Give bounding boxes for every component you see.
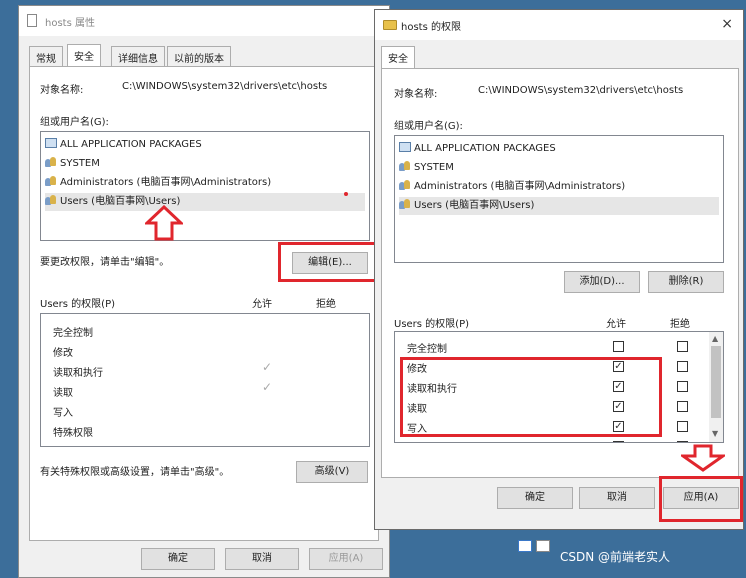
cancel-button[interactable]: 取消 [579,487,655,509]
ok-button[interactable]: 确定 [497,487,573,509]
tab-bar: 安全 [375,46,743,68]
tab-previous-versions[interactable]: 以前的版本 [167,46,231,66]
file-icon [27,14,37,27]
group-label: 组或用户名(G): [40,117,109,128]
object-path: C:\WINDOWS\system32\drivers\etc\hosts [478,85,684,96]
group-label: 组或用户名(G): [394,121,463,132]
user-group-icon [399,199,411,209]
allow-checkbox[interactable] [613,441,624,442]
deny-header: 拒绝 [670,319,690,330]
deny-checkbox[interactable] [677,441,688,442]
tab-security[interactable]: 安全 [67,44,101,66]
deny-header: 拒绝 [316,299,336,310]
apply-highlight-box [659,476,743,522]
scrollbar[interactable]: ▲ ▼ [709,332,723,442]
perm-write: 写入 [53,408,73,419]
view-toggle-tiles-icon[interactable] [536,540,550,552]
perm-read-execute: 读取和执行 [53,368,103,379]
permissions-list: 完全控制 修改 读取和执行 ✓ 读取 ✓ 写入 特殊权限 [40,313,370,447]
permissions-label: Users 的权限(P) [394,319,470,330]
cancel-button[interactable]: 取消 [225,548,299,570]
perm-modify: 修改 [53,348,73,359]
remove-button[interactable]: 删除(R) [648,271,724,293]
permissions-titlebar: hosts 的权限 × [375,10,743,40]
permissions-window: hosts 的权限 × 安全 对象名称: C:\WINDOWS\system32… [374,9,744,530]
user-group-icon [45,176,57,186]
package-icon [399,142,411,152]
checkmark-icon: ✓ [262,380,273,394]
permission-name: 完全控制 [407,344,447,355]
user-group-icon [45,157,57,167]
permissions-title: hosts 的权限 [401,22,461,33]
view-toggle-details-icon[interactable] [518,540,532,552]
perm-special: 特殊权限 [53,428,93,439]
deny-checkbox[interactable] [677,381,688,392]
ok-button[interactable]: 确定 [141,548,215,570]
list-item[interactable]: SYSTEM [45,155,100,173]
object-path: C:\WINDOWS\system32\drivers\etc\hosts [122,81,328,92]
list-item[interactable]: Users (电脑百事网\Users) [399,197,719,215]
user-group-icon [399,180,411,190]
folder-icon [383,20,397,30]
allow-checkbox[interactable] [613,341,624,352]
tab-general[interactable]: 常规 [29,46,63,66]
object-name-label: 对象名称: [394,89,438,100]
list-item[interactable]: Administrators (电脑百事网\Administrators) [45,174,271,192]
perm-full-control: 完全控制 [53,328,93,339]
permissions-label: Users 的权限(P) [40,299,116,310]
add-button[interactable]: 添加(D)... [564,271,640,293]
close-icon[interactable]: × [721,16,733,32]
checkmark-icon: ✓ [262,360,273,374]
advanced-hint: 有关特殊权限或高级设置，请单击"高级"。 [40,467,230,478]
tab-security[interactable]: 安全 [381,46,415,68]
tab-bar: 常规 安全 详细信息 以前的版本 [19,44,389,66]
permission-name: 特殊权限 [407,440,447,442]
deny-checkbox[interactable] [677,421,688,432]
deny-checkbox[interactable] [677,361,688,372]
red-dot-marker [344,192,348,196]
scroll-up-icon[interactable]: ▲ [712,334,718,343]
package-icon [45,138,57,148]
allow-header: 允许 [252,299,272,310]
edit-hint: 要更改权限，请单击"编辑"。 [40,257,170,268]
list-item[interactable]: SYSTEM [399,159,454,177]
object-name-label: 对象名称: [40,85,84,96]
permissions-highlight-box [400,357,662,437]
allow-header: 允许 [606,319,626,330]
up-arrow-annotation [145,205,183,241]
properties-window: hosts 属性 常规 安全 详细信息 以前的版本 对象名称: C:\WINDO… [18,5,390,578]
list-item[interactable]: ALL APPLICATION PACKAGES [45,136,202,154]
tab-details[interactable]: 详细信息 [111,46,165,66]
deny-checkbox[interactable] [677,401,688,412]
scroll-down-icon[interactable]: ▼ [712,429,718,438]
properties-titlebar: hosts 属性 [19,6,389,36]
perm-read: 读取 [53,388,73,399]
permissions-panel: 对象名称: C:\WINDOWS\system32\drivers\etc\ho… [381,68,739,478]
list-item[interactable]: Users (电脑百事网\Users) [45,193,365,211]
security-panel: 对象名称: C:\WINDOWS\system32\drivers\etc\ho… [29,66,382,541]
list-item[interactable]: Administrators (电脑百事网\Administrators) [399,178,625,196]
user-group-icon [399,161,411,171]
watermark: CSDN @前端老实人 [560,550,671,564]
edit-highlight-box [278,242,382,282]
apply-button[interactable]: 应用(A) [309,548,383,570]
list-item[interactable]: ALL APPLICATION PACKAGES [399,140,556,158]
advanced-button[interactable]: 高级(V) [296,461,368,483]
group-list[interactable]: ALL APPLICATION PACKAGES SYSTEM Administ… [40,131,370,241]
properties-title: hosts 属性 [45,18,95,29]
deny-checkbox[interactable] [677,341,688,352]
scroll-thumb[interactable] [711,346,721,418]
down-arrow-annotation [681,444,725,472]
group-list[interactable]: ALL APPLICATION PACKAGES SYSTEM Administ… [394,135,724,263]
user-group-icon [45,195,57,205]
